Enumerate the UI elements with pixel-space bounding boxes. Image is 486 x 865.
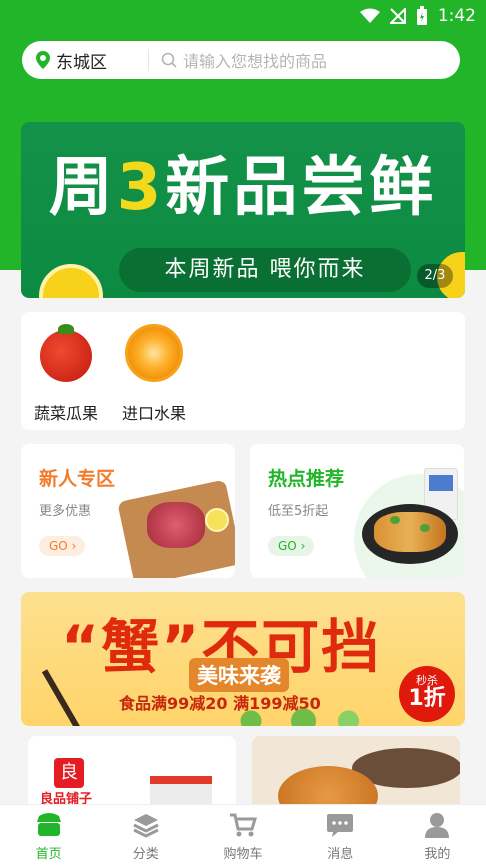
promo-subtitle: 更多优惠 <box>39 504 92 519</box>
tab-category[interactable]: 分类 <box>97 805 194 865</box>
category-imported-fruit[interactable]: 进口水果 <box>109 324 199 424</box>
food-image <box>374 512 446 552</box>
wifi-icon <box>359 8 380 23</box>
go-button[interactable]: GO › <box>268 536 314 556</box>
tab-label: 消息 <box>327 847 354 862</box>
search-input[interactable]: 请输入您想找的商品 <box>161 48 460 72</box>
tab-profile[interactable]: 我的 <box>389 805 486 865</box>
promo-new-user[interactable]: 新人专区 更多优惠 GO › <box>21 444 235 578</box>
go-label: GO <box>278 539 297 553</box>
search-placeholder: 请输入您想找的商品 <box>183 52 328 71</box>
banner-page-indicator: 2/3 <box>417 264 453 288</box>
no-signal-icon <box>389 8 406 24</box>
banner-title-part2: 新品尝鲜 <box>165 151 438 225</box>
promo-subtitle: 低至5折起 <box>268 504 329 519</box>
banner-subtitle: 本周新品 喂你而来 <box>119 248 411 292</box>
orange-icon <box>125 324 183 382</box>
greens-image <box>221 706 371 726</box>
promo-banner[interactable]: 周3新品尝鲜 本周新品 喂你而来 2/3 <box>21 122 465 298</box>
banner-title-highlight: 3 <box>116 151 166 225</box>
battery-icon <box>416 6 427 25</box>
promo-hot-recommend[interactable]: 热点推荐 低至5折起 GO › <box>250 444 464 578</box>
promo-title: 热点推荐 <box>268 468 345 490</box>
badge-main-text: 1折 <box>408 686 446 711</box>
category-label: 蔬菜瓜果 <box>33 404 98 423</box>
location-pin-icon <box>36 51 50 69</box>
category-label: 进口水果 <box>121 404 186 423</box>
crab-banner-subtitle: 美味来袭 <box>189 658 289 692</box>
search-icon <box>161 52 177 68</box>
search-divider <box>148 49 149 71</box>
tab-label: 购物车 <box>223 847 263 862</box>
tab-label: 分类 <box>132 847 159 862</box>
tab-cart[interactable]: 购物车 <box>194 805 291 865</box>
location-label: 东城区 <box>56 52 107 73</box>
banner-title-part1: 周 <box>48 151 117 225</box>
leaf-garnish <box>390 516 400 524</box>
lemon-decoration <box>39 264 103 298</box>
category-card: 蔬菜瓜果 进口水果 <box>21 312 465 430</box>
tomato-icon <box>40 324 92 382</box>
bottom-tab-bar: 首页 分类 购物车 消息 我的 <box>0 804 486 865</box>
tab-label: 我的 <box>424 847 451 862</box>
category-icon <box>133 814 159 838</box>
go-button[interactable]: GO › <box>39 536 85 556</box>
home-icon <box>36 813 61 836</box>
status-bar: 1:42 <box>0 0 486 34</box>
go-label: GO <box>49 539 68 553</box>
cart-icon <box>230 813 257 837</box>
tab-messages[interactable]: 消息 <box>292 805 389 865</box>
message-icon <box>327 814 354 837</box>
tab-home[interactable]: 首页 <box>0 805 97 865</box>
profile-icon <box>425 813 450 838</box>
category-vegetables[interactable]: 蔬菜瓜果 <box>21 324 111 424</box>
meat-image <box>147 502 205 548</box>
location-selector[interactable]: 东城区 <box>22 48 148 73</box>
shop-logo: 良 <box>54 758 84 788</box>
flash-sale-badge: 秒杀 1折 <box>399 666 455 722</box>
crab-promo-banner[interactable]: “蟹”不可挡 美味来袭 食品满99减20 满199减50 秒杀 1折 <box>21 592 465 726</box>
promo-title: 新人专区 <box>39 468 116 490</box>
lemon-slice-image <box>205 508 229 532</box>
tab-label: 首页 <box>35 847 62 862</box>
search-bar: 东城区 请输入您想找的商品 <box>22 41 460 79</box>
status-time: 1:42 <box>437 6 476 26</box>
banner-title: 周3新品尝鲜 <box>21 136 465 228</box>
leaf-garnish <box>420 524 430 532</box>
